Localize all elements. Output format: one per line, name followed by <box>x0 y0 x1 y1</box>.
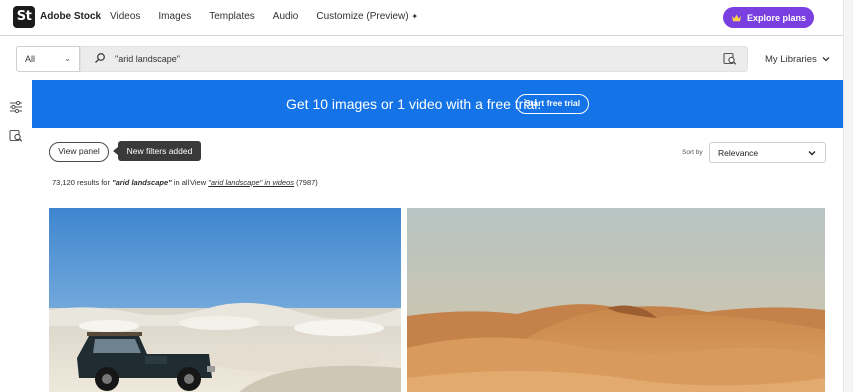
result-image-desert-suv[interactable] <box>49 208 401 392</box>
view-panel-button[interactable]: View panel <box>49 142 109 162</box>
sort-by-label: Sort by <box>682 149 703 156</box>
videos-results-link-row: View "arid landscape" in videos (7987) <box>190 178 318 187</box>
view-prefix: View <box>190 178 207 187</box>
sparkle-icon: ✦ <box>411 12 419 21</box>
start-free-trial-button[interactable]: Start free trial <box>516 94 589 114</box>
explore-plans-label: Explore plans <box>746 12 807 23</box>
search-row: All ⌄ "arid landscape" My Libraries <box>0 36 843 80</box>
nav-audio[interactable]: Audio <box>273 11 299 22</box>
search-scope-select[interactable]: All ⌄ <box>16 46 80 72</box>
top-nav: St Adobe Stock Videos Images Templates A… <box>0 0 853 36</box>
search-query: "arid landscape" <box>115 54 180 64</box>
nav-videos[interactable]: Videos <box>110 11 140 22</box>
my-libraries-dropdown[interactable]: My Libraries <box>765 54 830 65</box>
nav-templates[interactable]: Templates <box>209 11 255 22</box>
video-count: (7987) <box>296 178 318 187</box>
nav-customize[interactable]: Customize (Preview) ✦ <box>316 11 418 22</box>
free-trial-banner: Get 10 images or 1 video with a free tri… <box>32 80 843 128</box>
results-suffix: in all <box>173 178 190 187</box>
visual-search-icon[interactable] <box>9 129 23 143</box>
results-summary: 73,120 results for "arid landscape" in a… <box>52 178 189 187</box>
search-icon <box>95 53 105 63</box>
new-filters-tooltip: New filters added <box>113 141 201 161</box>
chevron-down-icon <box>808 151 816 156</box>
crown-icon <box>732 14 741 21</box>
desert-suv-photo <box>49 208 401 392</box>
nav-customize-label: Customize (Preview) <box>316 11 409 22</box>
videos-results-link[interactable]: "arid landscape" in videos <box>208 178 294 187</box>
adobe-stock-logo[interactable]: St <box>13 6 35 28</box>
filters-icon[interactable] <box>9 100 23 114</box>
search-scope-value: All <box>25 54 36 64</box>
brand-name[interactable]: Adobe Stock <box>40 11 101 22</box>
chevron-down-icon: ⌄ <box>64 54 71 63</box>
sort-value: Relevance <box>718 148 759 158</box>
results-prefix: results for <box>77 178 110 187</box>
nav-links: Videos Images Templates Audio Customize … <box>110 11 436 22</box>
results-query: "arid landscape" <box>112 178 172 187</box>
result-image-sand-dunes[interactable] <box>407 208 825 392</box>
search-input[interactable]: "arid landscape" <box>80 46 748 72</box>
my-libraries-label: My Libraries <box>765 54 817 65</box>
banner-text: Get 10 images or 1 video with a free tri… <box>286 96 542 112</box>
nav-images[interactable]: Images <box>158 11 191 22</box>
results-count: 73,120 <box>52 178 75 187</box>
explore-plans-button[interactable]: Explore plans <box>723 7 814 28</box>
sand-dunes-photo <box>407 208 825 392</box>
visual-search-icon[interactable] <box>723 52 737 66</box>
page-scrollbar[interactable] <box>843 0 853 392</box>
chevron-down-icon <box>822 57 830 62</box>
sort-select[interactable]: Relevance <box>709 142 826 163</box>
